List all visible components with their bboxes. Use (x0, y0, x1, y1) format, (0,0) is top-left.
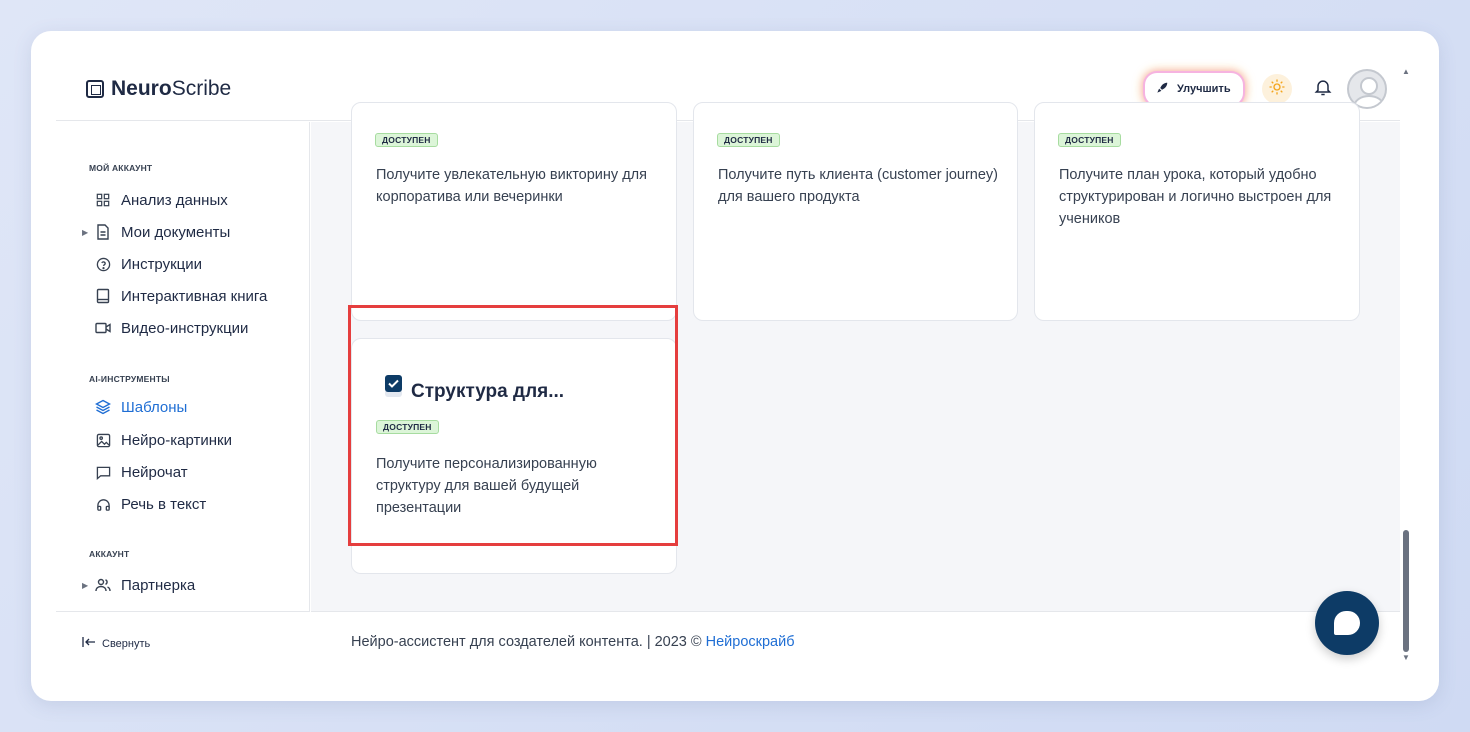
sidebar-item-label: Интерактивная книга (121, 287, 268, 305)
sidebar-item-instructions[interactable]: Инструкции (95, 252, 202, 276)
footer-text: Нейро-ассистент для создателей контента.… (351, 634, 795, 650)
collapse-sidebar-button[interactable]: Свернуть (82, 637, 150, 650)
sidebar-item-templates[interactable]: Шаблоны (95, 395, 187, 419)
scroll-thumb[interactable] (1403, 530, 1409, 652)
footer-copyright: Нейро-ассистент для создателей контента.… (351, 634, 706, 650)
book-icon (95, 288, 111, 304)
footer-link[interactable]: Нейроскрайб (706, 634, 795, 650)
sidebar-item-label: Видео-инструкции (121, 319, 249, 337)
logo-regular-text: Scribe (171, 77, 232, 100)
app-window: Neuro Scribe Улучшить МОЙ АККАУНТ Анализ… (31, 31, 1439, 701)
sidebar-item-label: Шаблоны (121, 398, 188, 416)
grid-icon (95, 192, 111, 208)
bell-icon (1313, 76, 1333, 103)
template-card-quiz[interactable]: ДОСТУПЕН Получите увлекательную викторин… (351, 102, 677, 321)
scrollbar[interactable]: ▲ ▼ (1402, 67, 1410, 662)
notifications-button[interactable] (1310, 75, 1336, 103)
sidebar-item-partner[interactable]: ▶ Партнерка (82, 573, 195, 597)
layers-icon (95, 399, 111, 415)
sidebar-item-label: Нейро-картинки (121, 431, 232, 449)
sidebar: МОЙ АККАУНТ Анализ данных ▶ Мои документ… (56, 122, 310, 675)
sidebar-item-neuro-images[interactable]: Нейро-картинки (95, 428, 232, 452)
sidebar-item-video-instructions[interactable]: Видео-инструкции (95, 316, 248, 340)
sidebar-section-account: АККАУНТ (89, 549, 130, 559)
image-icon (95, 432, 111, 448)
caret-right-icon: ▶ (82, 580, 89, 590)
template-card-lesson-plan[interactable]: ДОСТУПЕН Получите план урока, который уд… (1034, 102, 1360, 321)
logo[interactable]: Neuro Scribe (86, 77, 231, 101)
scroll-down-icon[interactable]: ▼ (1402, 653, 1410, 662)
sidebar-item-interactive-book[interactable]: Интерактивная книга (95, 284, 267, 308)
sidebar-item-label: Мои документы (121, 223, 231, 241)
collapse-left-icon (82, 637, 96, 650)
status-badge: ДОСТУПЕН (375, 133, 438, 147)
sidebar-item-my-documents[interactable]: ▶ Мои документы (82, 220, 230, 244)
card-description: Получите путь клиента (customer journey)… (718, 167, 999, 205)
sidebar-item-speech-to-text[interactable]: Речь в текст (95, 492, 206, 516)
document-icon (95, 224, 111, 240)
highlight-frame (348, 305, 678, 546)
rocket-icon (1155, 81, 1169, 98)
sidebar-item-data-analysis[interactable]: Анализ данных (95, 188, 228, 212)
theme-toggle-button[interactable] (1262, 74, 1292, 104)
chat-bubble-icon (1334, 611, 1360, 635)
chat-widget-button[interactable] (1315, 591, 1379, 655)
template-card-customer-journey[interactable]: ДОСТУПЕН Получите путь клиента (customer… (693, 102, 1018, 321)
collapse-label: Свернуть (102, 637, 151, 650)
status-badge: ДОСТУПЕН (717, 133, 780, 147)
upgrade-label: Улучшить (1177, 83, 1231, 95)
logo-icon (86, 80, 104, 98)
caret-right-icon: ▶ (82, 227, 89, 237)
card-description: Получите план урока, который удобно стру… (1059, 167, 1332, 227)
sidebar-item-label: Речь в текст (121, 495, 207, 513)
upgrade-button[interactable]: Улучшить (1145, 73, 1243, 105)
status-badge: ДОСТУПЕН (1058, 133, 1121, 147)
sidebar-item-neurochat[interactable]: Нейрочат (95, 460, 188, 484)
templates-grid: ДОСТУПЕН Получите увлекательную викторин… (311, 102, 1400, 612)
help-circle-icon (95, 256, 111, 272)
page-footer: Нейро-ассистент для создателей контента.… (311, 611, 1400, 675)
video-icon (95, 320, 111, 336)
sun-icon (1268, 78, 1286, 101)
sidebar-footer: Свернуть (56, 611, 310, 675)
sidebar-item-label: Анализ данных (121, 191, 228, 209)
headphones-icon (95, 496, 111, 512)
sidebar-section-my-account: МОЙ АККАУНТ (89, 163, 153, 173)
sidebar-item-label: Инструкции (121, 255, 203, 273)
card-description: Получите увлекательную викторину для кор… (376, 167, 647, 205)
sidebar-section-ai-tools: AI-ИНСТРУМЕНТЫ (89, 374, 170, 384)
logo-bold-text: Neuro (111, 77, 172, 100)
chat-icon (95, 464, 111, 480)
scroll-up-icon[interactable]: ▲ (1402, 67, 1410, 76)
sidebar-item-label: Нейрочат (121, 463, 188, 481)
sidebar-item-label: Партнерка (121, 576, 196, 594)
users-icon (95, 577, 111, 593)
